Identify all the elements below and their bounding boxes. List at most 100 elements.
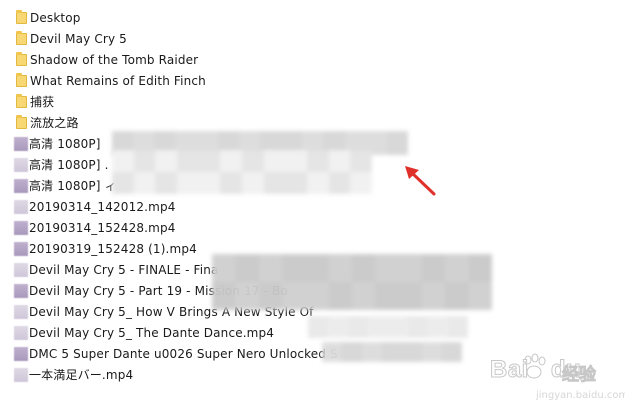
mosaic-block — [445, 282, 469, 310]
mosaic-block — [212, 282, 236, 310]
mosaic-block — [422, 342, 442, 362]
mosaic-block — [306, 172, 329, 194]
mosaic-block — [382, 342, 402, 362]
mosaic-block — [263, 172, 286, 194]
file-name: Devil May Cry 5_ The Dante Dance.mp4 — [29, 325, 275, 340]
mosaic-block — [220, 150, 242, 172]
mosaic-block — [328, 316, 348, 338]
file-list: Desktop Devil May Cry 5 Shadow of the To… — [0, 7, 560, 385]
folder-icon — [16, 114, 27, 129]
mosaic-block — [282, 282, 306, 310]
mosaic-block — [402, 342, 422, 362]
file-name: 20190314_152428.mp4 — [29, 220, 176, 235]
mosaic-block — [348, 316, 368, 338]
file-name: DMC 5 Super Dante u0026 Super Nero Unloc… — [29, 346, 338, 361]
mosaic-block — [468, 254, 492, 282]
mosaic-block — [328, 172, 351, 194]
mosaic-block — [408, 316, 428, 338]
file-name: Shadow of the Tomb Raider — [30, 52, 199, 67]
file-name: 高清 1080P] — [29, 137, 101, 151]
video-file-icon — [14, 367, 28, 382]
file-name: 20190314_142012.mp4 — [29, 199, 176, 214]
mosaic-block — [305, 254, 329, 282]
mosaic-block — [375, 254, 399, 282]
folder-icon — [16, 30, 27, 45]
mosaic-block — [235, 282, 259, 310]
file-name: Devil May Cry 5 — [30, 31, 127, 46]
mosaic-block — [352, 254, 376, 282]
mosaic-block — [155, 150, 177, 172]
redaction-mosaic — [308, 316, 468, 338]
list-item-folder[interactable]: What Remains of Edith Finch — [0, 70, 560, 91]
video-file-icon — [14, 346, 28, 361]
list-item-folder[interactable]: 流放之路 — [0, 112, 560, 133]
list-item-folder[interactable]: 捕获 — [0, 91, 560, 112]
redaction-mosaic — [322, 342, 462, 362]
redaction-mosaic — [112, 150, 372, 194]
video-file-icon — [14, 136, 28, 151]
mosaic-block — [422, 254, 446, 282]
video-file-icon — [14, 220, 28, 235]
arrow-shaft — [409, 170, 436, 196]
file-explorer-view: Desktop Devil May Cry 5 Shadow of the To… — [0, 0, 625, 415]
folder-icon — [16, 51, 27, 66]
mosaic-block — [112, 150, 134, 172]
folder-icon — [16, 9, 27, 24]
mosaic-block — [328, 150, 351, 172]
mosaic-block — [342, 342, 362, 362]
video-file-icon — [14, 262, 28, 277]
file-name: 流放之路 — [30, 116, 79, 130]
mosaic-block — [362, 342, 382, 362]
mosaic-block — [445, 254, 469, 282]
watermark-cn-text: 经验 — [562, 365, 597, 386]
baidu-jingyan-watermark: Bai du 经验 jingyan.baidu.com — [476, 352, 625, 410]
mosaic-block — [328, 254, 352, 282]
file-name: 捕获 — [30, 95, 55, 109]
folder-icon — [16, 93, 27, 108]
video-file-icon — [14, 304, 28, 319]
redaction-mosaic — [212, 254, 492, 310]
mosaic-block — [308, 316, 328, 338]
list-item-video[interactable]: Devil May Cry 5_ The Dante Dance.mp4 — [0, 322, 560, 343]
annotation-arrow-icon — [405, 166, 436, 196]
mosaic-block — [258, 254, 282, 282]
mosaic-block — [235, 254, 259, 282]
mosaic-block — [468, 282, 492, 310]
mosaic-block — [350, 172, 372, 194]
list-item-folder[interactable]: Desktop — [0, 7, 560, 28]
mosaic-block — [422, 282, 446, 310]
file-name: 高清 1080P] . — [29, 158, 109, 172]
mosaic-block — [155, 172, 177, 194]
file-name: Devil May Cry 5 - FINALE - Fina — [29, 262, 219, 277]
mosaic-block — [328, 282, 352, 310]
mosaic-block — [198, 150, 221, 172]
mosaic-block — [428, 316, 448, 338]
mosaic-block — [285, 150, 307, 172]
mosaic-block — [386, 131, 408, 155]
mosaic-block — [133, 172, 156, 194]
file-name: What Remains of Edith Finch — [30, 73, 206, 88]
mosaic-block — [375, 282, 399, 310]
file-name: 高清 1080P] ィ — [29, 179, 117, 193]
mosaic-block — [241, 172, 264, 194]
mosaic-block — [442, 342, 462, 362]
mosaic-block — [133, 150, 156, 172]
list-item-video[interactable]: 20190314_142012.mp4 — [0, 196, 560, 217]
mosaic-block — [398, 254, 422, 282]
list-item-video[interactable]: 20190314_152428.mp4 — [0, 217, 560, 238]
file-name: 一本満足バー.mp4 — [29, 368, 134, 382]
mosaic-block — [368, 316, 388, 338]
video-file-icon — [14, 283, 28, 298]
file-name: 20190319_152428 (1).mp4 — [29, 241, 197, 256]
watermark-url: jingyan.baidu.com — [536, 390, 625, 401]
video-file-icon — [14, 241, 28, 256]
list-item-folder[interactable]: Shadow of the Tomb Raider — [0, 49, 560, 70]
mosaic-block — [282, 254, 306, 282]
mosaic-block — [176, 150, 199, 172]
mosaic-block — [306, 150, 329, 172]
mosaic-block — [388, 316, 408, 338]
list-item-folder[interactable]: Devil May Cry 5 — [0, 28, 560, 49]
mosaic-block — [112, 172, 134, 194]
mosaic-block — [198, 172, 221, 194]
file-name: Desktop — [30, 10, 81, 25]
